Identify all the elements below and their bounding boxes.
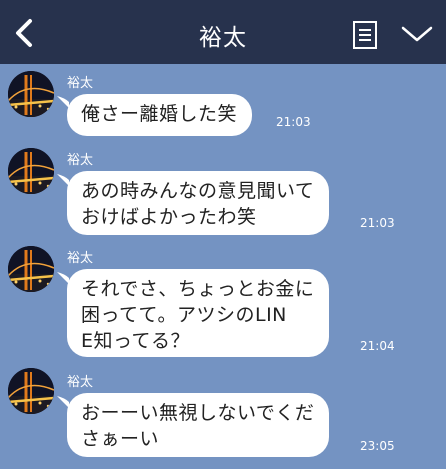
notes-button[interactable]	[352, 20, 378, 50]
chevron-down-icon	[401, 26, 433, 42]
message-line: E知ってる？	[81, 330, 191, 352]
bridge-photo-icon	[8, 71, 54, 117]
timestamp: 21:04	[360, 339, 395, 353]
avatar[interactable]	[8, 148, 54, 194]
chat-header: 裕太	[0, 0, 446, 64]
timestamp: 21:03	[360, 216, 395, 230]
message-bubble[interactable]: おーーい無視しないでくだ さぁーい	[67, 393, 329, 457]
avatar[interactable]	[8, 368, 54, 414]
message-line: おーーい無視しないでくだ	[81, 402, 315, 424]
message-line: 俺さー離婚した笑	[81, 103, 238, 125]
message-line: 困ってて。アツシのLIN	[81, 304, 287, 326]
chat-title: 裕太	[199, 25, 247, 51]
message-line: あの時みんなの意見聞いて	[81, 180, 315, 202]
message-bubble[interactable]: それでさ、ちょっとお金に 困ってて。アツシのLIN E知ってる？	[67, 269, 329, 357]
sender-name: 裕太	[67, 375, 94, 390]
timestamp: 21:03	[276, 115, 311, 129]
sender-name: 裕太	[67, 153, 94, 168]
message-line: それでさ、ちょっとお金に	[81, 278, 315, 300]
bridge-photo-icon	[8, 368, 54, 414]
sender-name: 裕太	[67, 251, 94, 266]
avatar[interactable]	[8, 246, 54, 292]
bridge-photo-icon	[8, 246, 54, 292]
menu-button[interactable]	[400, 22, 434, 46]
message-bubble[interactable]: あの時みんなの意見聞いて おけばよかったわ笑	[67, 171, 329, 235]
notes-icon	[353, 21, 377, 49]
sender-name: 裕太	[67, 76, 94, 91]
message-bubble[interactable]: 俺さー離婚した笑	[67, 94, 252, 136]
bridge-photo-icon	[8, 148, 54, 194]
avatar[interactable]	[8, 71, 54, 117]
message-line: さぁーい	[81, 428, 160, 450]
timestamp: 23:05	[360, 439, 395, 453]
message-list[interactable]: 裕太 俺さー離婚した笑 21:03 裕太 あの時みんなの意見聞いて おけばよかっ…	[0, 64, 446, 469]
message-line: おけばよかったわ笑	[81, 206, 257, 228]
bubble-tail	[57, 96, 69, 108]
